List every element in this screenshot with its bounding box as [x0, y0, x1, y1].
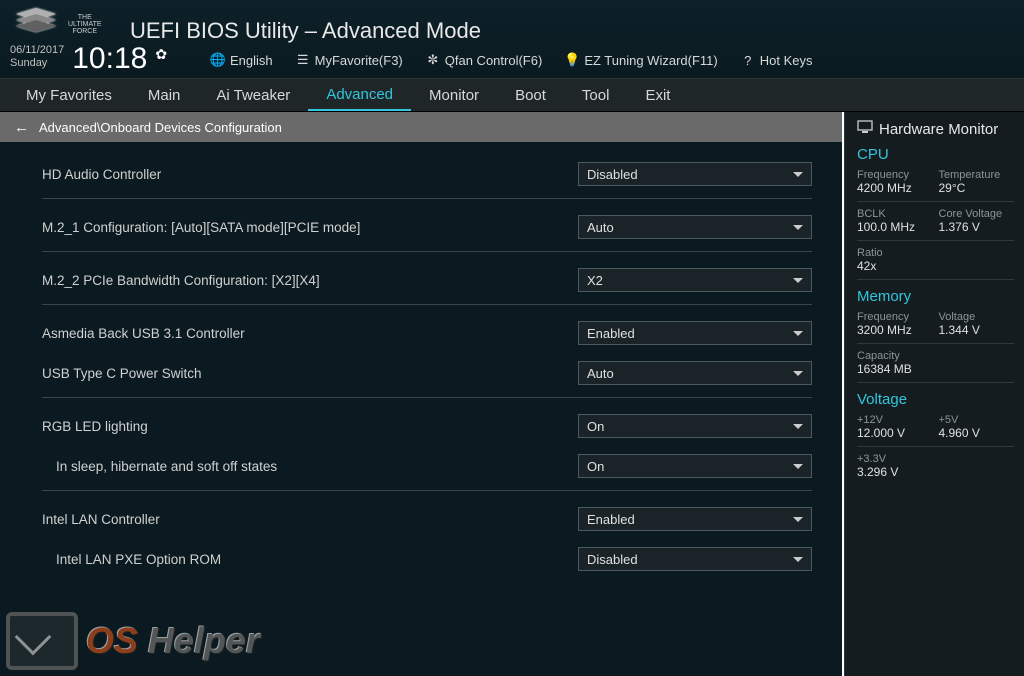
- voltage-heading: Voltage: [857, 391, 1014, 408]
- qfan-button[interactable]: ✼ Qfan Control(F6): [425, 52, 543, 68]
- setting-label: Asmedia Back USB 3.1 Controller: [42, 326, 245, 341]
- bulb-icon: 💡: [564, 52, 580, 68]
- setting-value: Auto: [587, 220, 614, 235]
- tab-my-favorites[interactable]: My Favorites: [8, 79, 130, 111]
- fan-icon: ✼: [425, 52, 441, 68]
- setting-select[interactable]: On: [578, 454, 812, 478]
- app-title: UEFI BIOS Utility – Advanced Mode: [130, 18, 481, 44]
- setting-label: HD Audio Controller: [42, 167, 161, 182]
- settings-panel: HD Audio Controller Disabled M.2_1 Configu…: [0, 142, 844, 676]
- chevron-down-icon: [793, 278, 803, 283]
- setting-value: Enabled: [587, 512, 635, 527]
- chevron-down-icon: [793, 225, 803, 230]
- setting-value: X2: [587, 273, 603, 288]
- chevron-down-icon: [793, 464, 803, 469]
- chevron-down-icon: [793, 557, 803, 562]
- logo-block: THE ULTIMATE FORCE: [12, 6, 102, 42]
- divider: [42, 198, 812, 199]
- language-button[interactable]: 🌐 English: [210, 52, 273, 68]
- setting-value: Auto: [587, 366, 614, 381]
- setting-row: Intel LAN Controller Enabled: [42, 497, 812, 537]
- memory-heading: Memory: [857, 288, 1014, 305]
- header-toolbar: 🌐 English ☰ MyFavorite(F3) ✼ Qfan Contro…: [210, 52, 812, 68]
- setting-select[interactable]: Auto: [578, 215, 812, 239]
- setting-label: M.2_1 Configuration: [Auto][SATA mode][P…: [42, 220, 360, 235]
- tab-boot[interactable]: Boot: [497, 79, 564, 111]
- breadcrumb-path: Advanced\Onboard Devices Configuration: [39, 120, 282, 135]
- setting-row: M.2_2 PCIe Bandwidth Configuration: [X2]…: [42, 258, 812, 298]
- setting-select[interactable]: On: [578, 414, 812, 438]
- chevron-down-icon: [793, 172, 803, 177]
- setting-label: RGB LED lighting: [42, 419, 148, 434]
- setting-select[interactable]: Enabled: [578, 507, 812, 531]
- day: Sunday: [10, 57, 64, 70]
- setting-label: Intel LAN PXE Option ROM: [42, 552, 221, 567]
- setting-value: On: [587, 419, 604, 434]
- divider: [42, 304, 812, 305]
- cpu-heading: CPU: [857, 146, 1014, 163]
- chevron-down-icon: [793, 424, 803, 429]
- divider: [42, 490, 812, 491]
- divider: [42, 397, 812, 398]
- setting-row: M.2_1 Configuration: [Auto][SATA mode][P…: [42, 205, 812, 245]
- setting-row: In sleep, hibernate and soft off states O…: [42, 444, 812, 484]
- setting-label: M.2_2 PCIe Bandwidth Configuration: [X2]…: [42, 273, 320, 288]
- setting-label: Intel LAN Controller: [42, 512, 160, 527]
- date: 06/11/2017: [10, 44, 64, 57]
- hotkeys-button[interactable]: ? Hot Keys: [740, 52, 813, 68]
- setting-select[interactable]: Disabled: [578, 162, 812, 186]
- setting-row: USB Type C Power Switch Auto: [42, 351, 812, 391]
- setting-row: Asmedia Back USB 3.1 Controller Enabled: [42, 311, 812, 351]
- time: 10:18: [72, 44, 147, 74]
- setting-label: USB Type C Power Switch: [42, 366, 202, 381]
- hardware-monitor-title: Hardware Monitor: [879, 121, 998, 138]
- eztuning-button[interactable]: 💡 EZ Tuning Wizard(F11): [564, 52, 717, 68]
- monitor-icon: [857, 120, 873, 138]
- globe-icon: 🌐: [210, 52, 226, 68]
- tuf-logo-icon: [12, 6, 60, 42]
- setting-select[interactable]: X2: [578, 268, 812, 292]
- back-arrow-icon[interactable]: ←: [14, 119, 29, 136]
- hardware-monitor-panel: Hardware Monitor CPU Frequency4200 MHz T…: [844, 112, 1024, 676]
- setting-row: RGB LED lighting On: [42, 404, 812, 444]
- tab-main[interactable]: Main: [130, 79, 199, 111]
- help-icon: ?: [740, 52, 756, 68]
- datetime-block: 06/11/2017 Sunday 10:18 ✿: [10, 44, 167, 74]
- setting-value: Disabled: [587, 167, 638, 182]
- divider: [42, 251, 812, 252]
- list-icon: ☰: [295, 52, 311, 68]
- tab-ai-tweaker[interactable]: Ai Tweaker: [198, 79, 308, 111]
- header: THE ULTIMATE FORCE UEFI BIOS Utility – A…: [0, 0, 1024, 78]
- tab-advanced[interactable]: Advanced: [308, 79, 411, 111]
- setting-row: HD Audio Controller Disabled: [42, 152, 812, 192]
- setting-value: Disabled: [587, 552, 638, 567]
- setting-value: On: [587, 459, 604, 474]
- breadcrumb: ← Advanced\Onboard Devices Configuration: [0, 112, 844, 142]
- main-nav: My FavoritesMainAi TweakerAdvancedMonito…: [0, 78, 1024, 112]
- setting-select[interactable]: Disabled: [578, 547, 812, 571]
- setting-row: Intel LAN PXE Option ROM Disabled: [42, 537, 812, 577]
- setting-select[interactable]: Auto: [578, 361, 812, 385]
- tab-monitor[interactable]: Monitor: [411, 79, 497, 111]
- myfavorite-button[interactable]: ☰ MyFavorite(F3): [295, 52, 403, 68]
- chevron-down-icon: [793, 371, 803, 376]
- logo-text: THE ULTIMATE FORCE: [68, 14, 102, 35]
- setting-label: In sleep, hibernate and soft off states: [42, 459, 277, 474]
- setting-select[interactable]: Enabled: [578, 321, 812, 345]
- chevron-down-icon: [793, 517, 803, 522]
- tab-exit[interactable]: Exit: [627, 79, 688, 111]
- gear-icon[interactable]: ✿: [155, 46, 167, 63]
- tab-tool[interactable]: Tool: [564, 79, 628, 111]
- setting-value: Enabled: [587, 326, 635, 341]
- chevron-down-icon: [793, 331, 803, 336]
